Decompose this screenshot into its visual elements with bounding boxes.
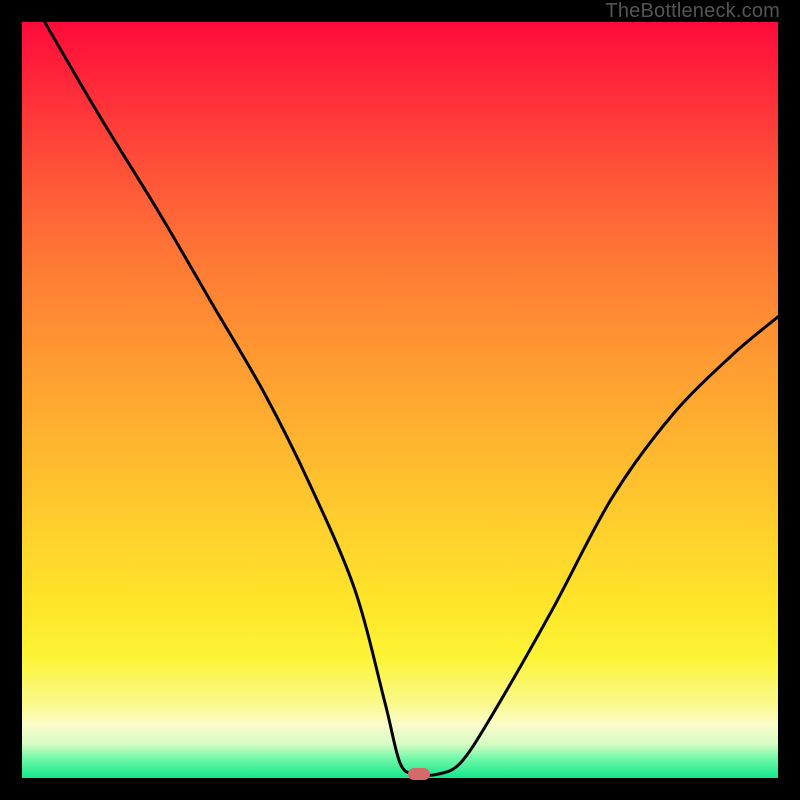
optimum-marker [408, 768, 430, 780]
watermark-text: TheBottleneck.com [605, 0, 780, 23]
plot-area [22, 22, 778, 778]
chart-frame: TheBottleneck.com [0, 0, 800, 800]
curve-path [45, 22, 778, 776]
bottleneck-curve [22, 22, 778, 778]
